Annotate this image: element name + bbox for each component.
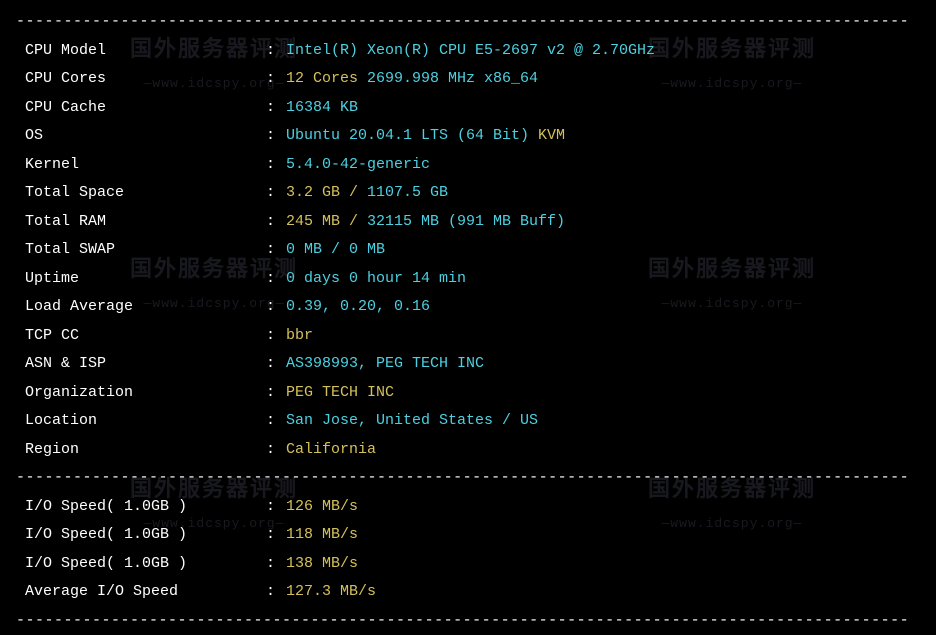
field-value: 32115 MB (367, 208, 448, 237)
field-value: 245 MB / (286, 208, 367, 237)
rows-row: CPU Cache : 16384 KB (16, 94, 920, 123)
io_rows-row: Average I/O Speed : 127.3 MB/s (16, 578, 920, 607)
colon-separator: : (266, 65, 286, 94)
colon-separator: : (266, 94, 286, 123)
rows-row: Total SWAP : 0 MB / 0 MB (16, 236, 920, 265)
field-value: 0 days 0 hour 14 min (286, 265, 466, 294)
field-value: AS398993, PEG TECH INC (286, 350, 484, 379)
field-value: 12 Cores (286, 65, 367, 94)
field-label: Total RAM (16, 208, 266, 237)
field-value: 0 MB / 0 MB (286, 236, 385, 265)
field-value: 1107.5 GB (367, 179, 448, 208)
field-value: 127.3 MB/s (286, 578, 376, 607)
field-label: Uptime (16, 265, 266, 294)
field-label: Total Space (16, 179, 266, 208)
colon-separator: : (266, 122, 286, 151)
field-label: I/O Speed( 1.0GB ) (16, 521, 266, 550)
colon-separator: : (266, 236, 286, 265)
io_rows-row: I/O Speed( 1.0GB ) : 126 MB/s (16, 493, 920, 522)
rows-row: Total Space : 3.2 GB / 1107.5 GB (16, 179, 920, 208)
terminal-output: ----------------------------------------… (16, 8, 920, 635)
field-value: 0.39, 0.20, 0.16 (286, 293, 430, 322)
rows-row: Uptime : 0 days 0 hour 14 min (16, 265, 920, 294)
rows-row: Organization : PEG TECH INC (16, 379, 920, 408)
colon-separator: : (266, 379, 286, 408)
field-label: Total SWAP (16, 236, 266, 265)
rows-row: Kernel : 5.4.0-42-generic (16, 151, 920, 180)
field-value: 3.2 GB / (286, 179, 367, 208)
colon-separator: : (266, 578, 286, 607)
colon-separator: : (266, 322, 286, 351)
colon-separator: : (266, 208, 286, 237)
colon-separator: : (266, 37, 286, 66)
divider-line: ----------------------------------------… (16, 8, 920, 37)
divider-line: ----------------------------------------… (16, 464, 920, 493)
rows-row: ASN & ISP : AS398993, PEG TECH INC (16, 350, 920, 379)
colon-separator: : (266, 151, 286, 180)
field-label: ASN & ISP (16, 350, 266, 379)
rows-row: CPU Cores : 12 Cores 2699.998 MHz x86_64 (16, 65, 920, 94)
field-label: CPU Cores (16, 65, 266, 94)
io_rows-row: I/O Speed( 1.0GB ) : 118 MB/s (16, 521, 920, 550)
field-value: KVM (538, 122, 565, 151)
field-label: CPU Cache (16, 94, 266, 123)
colon-separator: : (266, 350, 286, 379)
field-value: 5.4.0-42-generic (286, 151, 430, 180)
field-value: 138 MB/s (286, 550, 358, 579)
field-label: TCP CC (16, 322, 266, 351)
field-value: San Jose, United States / US (286, 407, 538, 436)
field-value: 118 MB/s (286, 521, 358, 550)
rows-row: Region : California (16, 436, 920, 465)
field-label: OS (16, 122, 266, 151)
field-value: California (286, 436, 376, 465)
rows-row: Load Average : 0.39, 0.20, 0.16 (16, 293, 920, 322)
rows-row: TCP CC : bbr (16, 322, 920, 351)
colon-separator: : (266, 493, 286, 522)
rows-row: OS : Ubuntu 20.04.1 LTS (64 Bit) KVM (16, 122, 920, 151)
colon-separator: : (266, 293, 286, 322)
field-value: Intel(R) Xeon(R) CPU E5-2697 v2 @ 2.70GH… (286, 37, 655, 66)
field-value: PEG TECH INC (286, 379, 394, 408)
field-label: Load Average (16, 293, 266, 322)
colon-separator: : (266, 436, 286, 465)
rows-row: Location : San Jose, United States / US (16, 407, 920, 436)
field-label: Location (16, 407, 266, 436)
field-value: 2699.998 MHz x86_64 (367, 65, 538, 94)
field-label: Average I/O Speed (16, 578, 266, 607)
field-value: 16384 KB (286, 94, 358, 123)
field-label: CPU Model (16, 37, 266, 66)
field-label: Organization (16, 379, 266, 408)
divider-line: ----------------------------------------… (16, 607, 920, 635)
field-label: I/O Speed( 1.0GB ) (16, 493, 266, 522)
rows-row: Total RAM : 245 MB / 32115 MB (991 MB Bu… (16, 208, 920, 237)
field-value: 126 MB/s (286, 493, 358, 522)
colon-separator: : (266, 265, 286, 294)
field-value: (991 MB Buff) (448, 208, 565, 237)
field-label: Region (16, 436, 266, 465)
colon-separator: : (266, 521, 286, 550)
colon-separator: : (266, 179, 286, 208)
field-value: Ubuntu 20.04.1 LTS (64 Bit) (286, 122, 538, 151)
colon-separator: : (266, 550, 286, 579)
io_rows-row: I/O Speed( 1.0GB ) : 138 MB/s (16, 550, 920, 579)
field-value: bbr (286, 322, 313, 351)
field-label: I/O Speed( 1.0GB ) (16, 550, 266, 579)
colon-separator: : (266, 407, 286, 436)
field-label: Kernel (16, 151, 266, 180)
rows-row: CPU Model : Intel(R) Xeon(R) CPU E5-2697… (16, 37, 920, 66)
